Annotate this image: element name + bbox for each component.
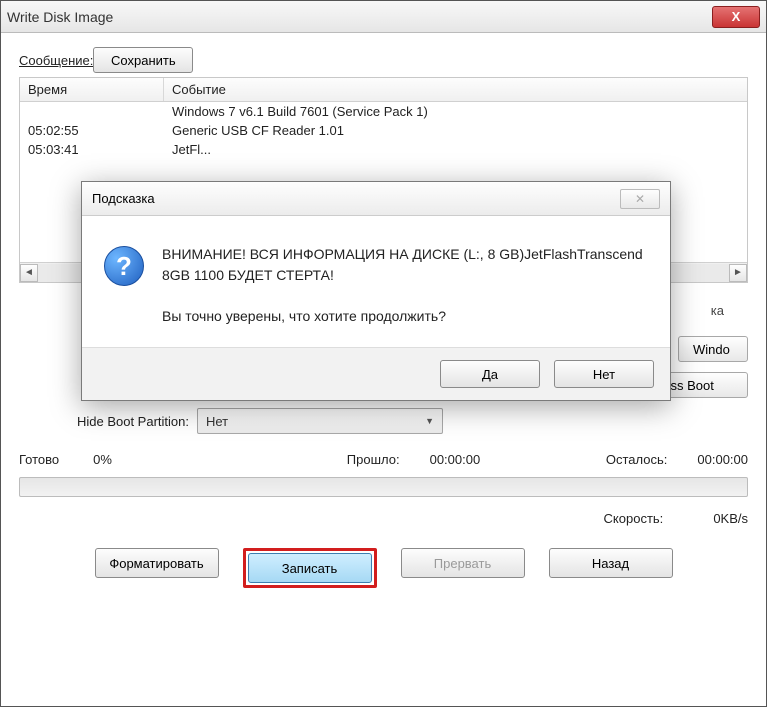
abort-button[interactable]: Прервать	[401, 548, 525, 578]
percent-value: 0%	[93, 452, 112, 467]
main-window: Write Disk Image X Сообщение: Сохранить …	[0, 0, 767, 707]
back-button[interactable]: Назад	[549, 548, 673, 578]
scroll-left-icon[interactable]: ◄	[20, 264, 38, 282]
close-icon: X	[732, 9, 741, 24]
windows-partial-button[interactable]: Windo	[678, 336, 748, 362]
format-button[interactable]: Форматировать	[95, 548, 219, 578]
col-header-event[interactable]: Событие	[164, 78, 747, 101]
speed-label: Скорость:	[604, 511, 664, 526]
titlebar: Write Disk Image X	[1, 1, 766, 33]
no-button[interactable]: Нет	[554, 360, 654, 388]
table-row: Windows 7 v6.1 Build 7601 (Service Pack …	[20, 102, 747, 121]
close-button[interactable]: X	[712, 6, 760, 28]
question-icon: ?	[104, 246, 144, 286]
table-row: 05:03:41 JetFl...	[20, 140, 747, 159]
message-label: Сообщение:	[19, 53, 93, 68]
speed-value: 0KB/s	[713, 511, 748, 526]
table-row: 05:02:55 Generic USB CF Reader 1.01	[20, 121, 747, 140]
yes-button[interactable]: Да	[440, 360, 540, 388]
hide-boot-combo[interactable]: Нет ▼	[197, 408, 443, 434]
partial-label: ка	[711, 303, 724, 318]
highlight-box: Записать	[243, 548, 377, 588]
window-title: Write Disk Image	[7, 9, 113, 25]
dialog-title: Подсказка	[92, 191, 155, 206]
progress-bar	[19, 477, 748, 497]
dialog-message-2: Вы точно уверены, что хотите продолжить?	[162, 306, 648, 327]
remaining-value: 00:00:00	[697, 452, 748, 467]
dialog-close-button[interactable]: ✕	[620, 189, 660, 209]
elapsed-label: Прошло:	[347, 452, 400, 467]
remaining-label: Осталось:	[606, 452, 668, 467]
scroll-right-icon[interactable]: ►	[729, 264, 747, 282]
confirm-dialog: Подсказка ✕ ? ВНИМАНИЕ! ВСЯ ИНФОРМАЦИЯ Н…	[81, 181, 671, 401]
col-header-time[interactable]: Время	[20, 78, 164, 101]
dialog-message-1: ВНИМАНИЕ! ВСЯ ИНФОРМАЦИЯ НА ДИСКЕ (L:, 8…	[162, 244, 648, 286]
save-button[interactable]: Сохранить	[93, 47, 193, 73]
close-icon: ✕	[635, 192, 645, 206]
hide-boot-label: Hide Boot Partition:	[19, 414, 197, 429]
chevron-down-icon: ▼	[425, 416, 434, 426]
elapsed-value: 00:00:00	[430, 452, 481, 467]
ready-label: Готово	[19, 452, 59, 467]
write-button[interactable]: Записать	[248, 553, 372, 583]
